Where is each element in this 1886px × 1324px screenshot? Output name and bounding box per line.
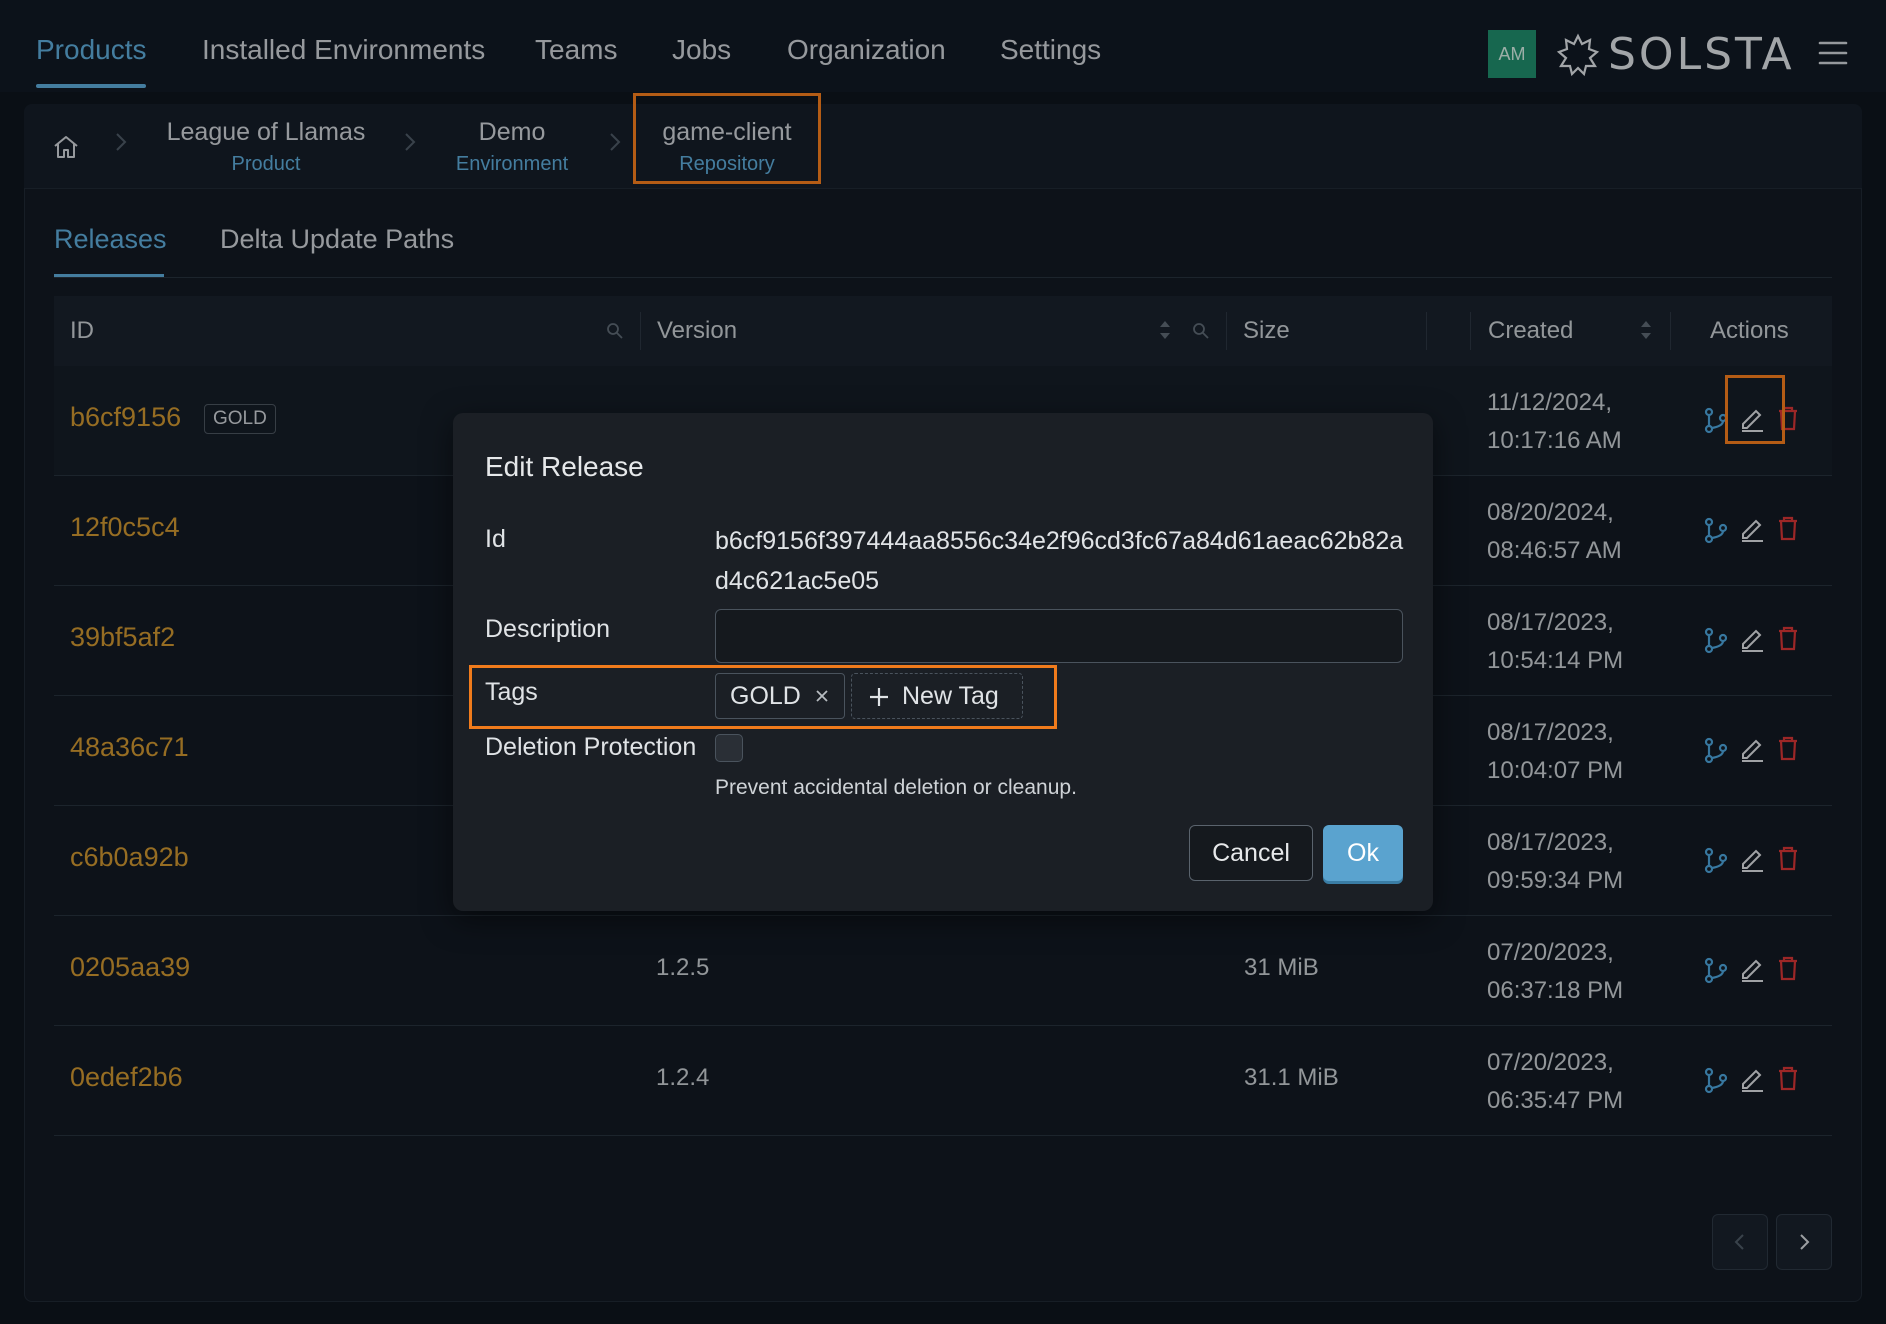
deletion-protection-checkbox[interactable] [715,734,743,762]
deletion-protection-help: Prevent accidental deletion or cleanup. [715,776,1077,799]
deletion-protection-label: Deletion Protection [485,733,697,761]
description-input[interactable] [715,609,1403,663]
description-label: Description [485,615,611,643]
id-label: Id [485,525,506,553]
release-id-value: b6cf9156f397444aa8556c34e2f96cd3fc67a84d… [715,527,1404,595]
cancel-button[interactable]: Cancel [1189,825,1313,881]
ok-button[interactable]: Ok [1323,825,1403,881]
edit-release-modal: Edit Release Id b6cf9156f397444aa8556c34… [453,413,1433,911]
tags-row-highlight [469,665,1057,729]
modal-title: Edit Release [485,451,644,482]
